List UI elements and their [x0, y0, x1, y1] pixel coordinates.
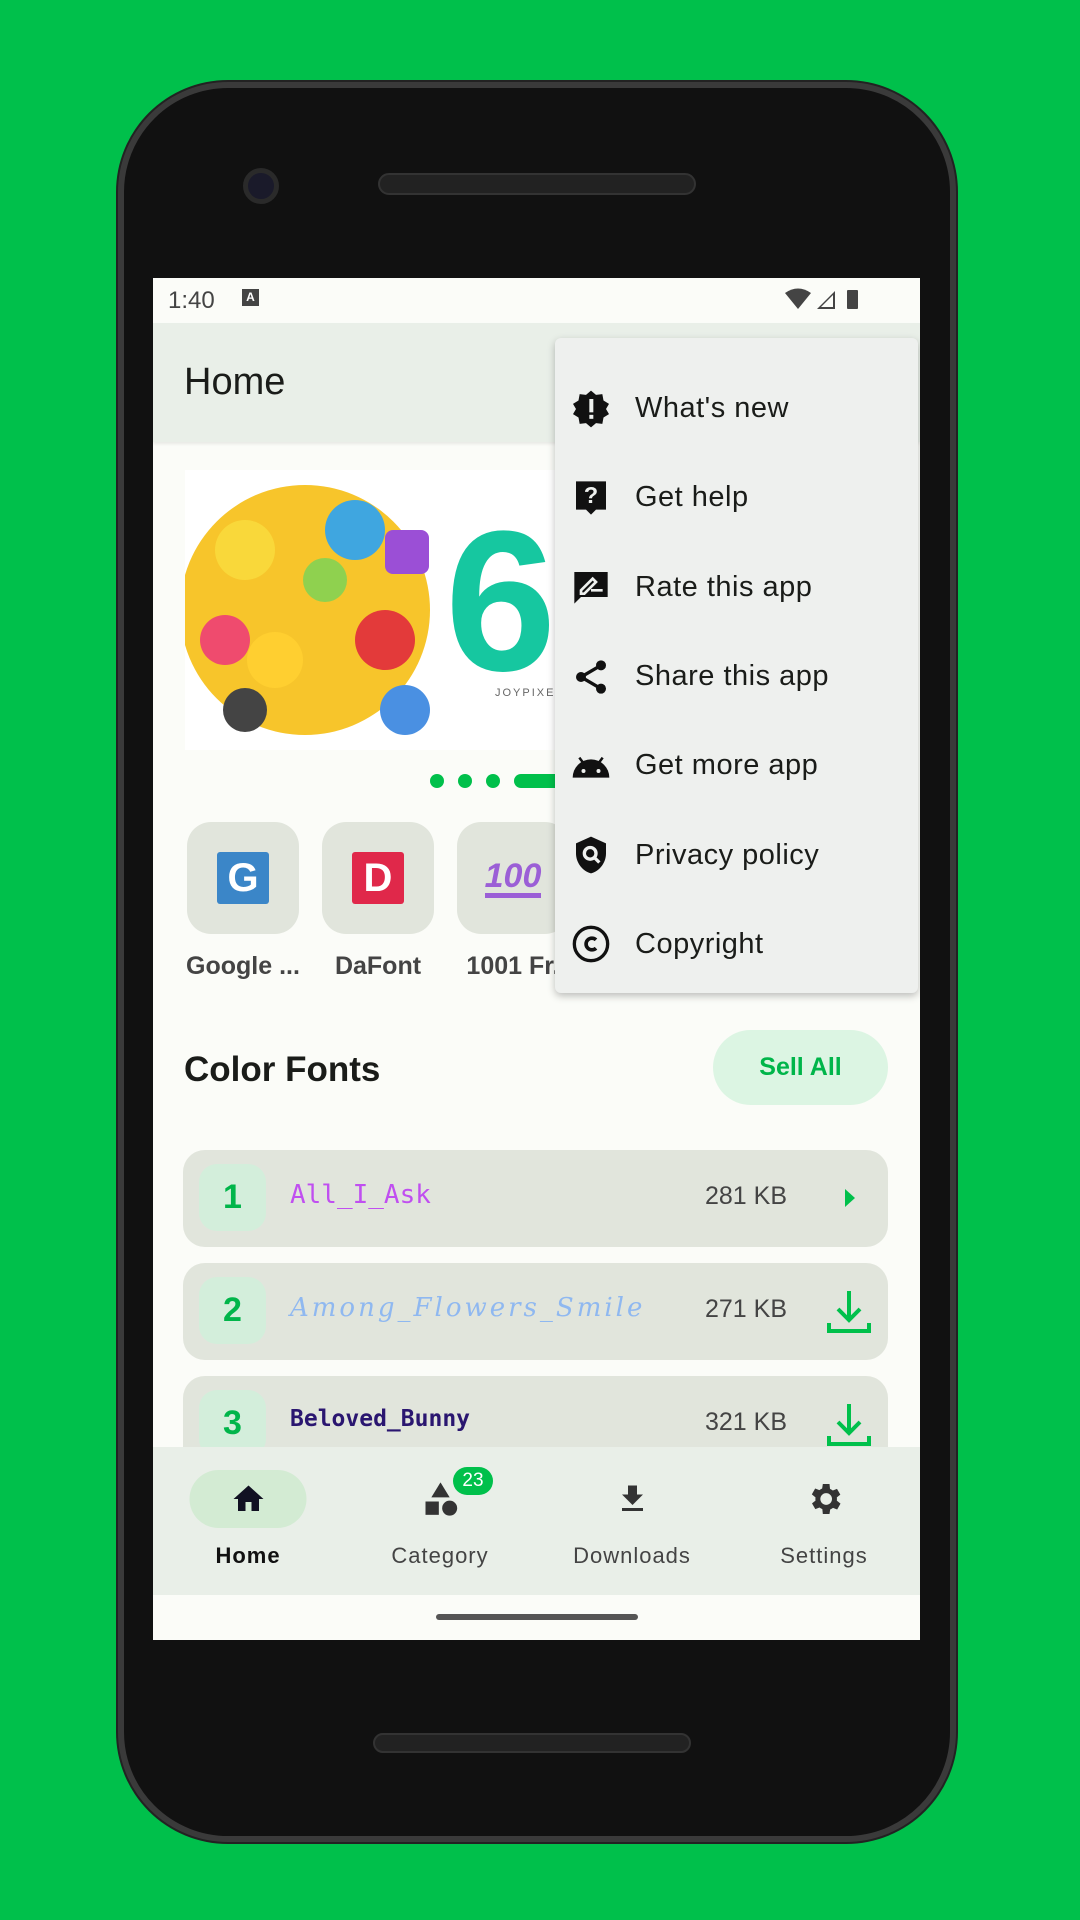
status-bar: 1:40 A	[153, 278, 920, 323]
menu-item-label: What's new	[635, 392, 789, 425]
menu-item-label: Privacy policy	[635, 838, 820, 871]
carousel-dot[interactable]	[458, 774, 472, 788]
help-icon: ?	[576, 481, 606, 515]
wifi-icon	[785, 288, 811, 309]
svg-text:?: ?	[584, 482, 598, 508]
menu-item-copyright[interactable]: Copyright	[555, 900, 918, 989]
share-icon	[576, 659, 606, 694]
download-icon[interactable]	[823, 1398, 875, 1450]
status-time: 1:40	[168, 287, 215, 314]
font-size: 281 KB	[705, 1182, 788, 1210]
carousel-dot[interactable]	[486, 774, 500, 788]
shortcut-label: Google ...	[186, 952, 300, 980]
menu-item-more-apps[interactable]: Get more app	[555, 721, 918, 810]
signal-icon	[817, 291, 835, 309]
see-all-button[interactable]: Sell All	[713, 1030, 888, 1105]
carousel-indicator	[430, 774, 564, 788]
status-icons	[785, 288, 858, 309]
page-title: Home	[184, 361, 286, 403]
font-rank: 1	[199, 1164, 266, 1231]
font-size: 321 KB	[705, 1408, 788, 1436]
dafont-logo: D	[352, 852, 404, 904]
section-title: Color Fonts	[184, 1050, 381, 1089]
gesture-bar[interactable]	[436, 1614, 638, 1620]
play-icon[interactable]	[823, 1172, 875, 1224]
carousel-dot[interactable]	[430, 774, 444, 788]
font-name: Beloved_Bunny	[290, 1406, 471, 1432]
screen: 1:40 A Home 6 JOYPIXELS G Google ... D D…	[153, 278, 920, 1640]
shortcut-dafont[interactable]: D	[322, 822, 434, 934]
menu-item-label: Copyright	[635, 927, 764, 960]
hundred-emoji-icon: 100	[484, 859, 542, 898]
menu-item-label: Share this app	[635, 660, 830, 693]
earpiece-speaker	[378, 173, 696, 195]
new-release-icon	[573, 390, 609, 427]
menu-item-get-help[interactable]: ? Get help	[555, 453, 918, 542]
nav-category[interactable]: 23 Category	[345, 1447, 535, 1595]
bottom-navigation: Home 23 Category Downloads Settings	[153, 1447, 920, 1595]
svg-text:6: 6	[445, 490, 556, 713]
rate-review-icon	[574, 572, 608, 604]
font-name: Among_Flowers_Smile	[290, 1293, 646, 1323]
nav-settings[interactable]: Settings	[729, 1447, 919, 1595]
menu-item-label: Rate this app	[635, 570, 813, 603]
front-camera	[243, 168, 279, 204]
bottom-speaker	[373, 1733, 691, 1753]
category-badge: 23	[453, 1467, 493, 1495]
shortcut-google-fonts[interactable]: G	[187, 822, 299, 934]
home-icon	[189, 1470, 307, 1528]
copyright-icon	[572, 926, 610, 963]
font-rank: 2	[199, 1277, 266, 1344]
menu-item-whats-new[interactable]: What's new	[555, 364, 918, 453]
menu-item-privacy-policy[interactable]: Privacy policy	[555, 810, 918, 899]
font-list-item[interactable]: 1 All_I_Ask 281 KB	[183, 1150, 888, 1247]
privacy-shield-icon	[576, 836, 606, 874]
nav-home[interactable]: Home	[153, 1447, 343, 1595]
nav-label: Home	[215, 1543, 281, 1568]
nav-label: Settings	[780, 1543, 868, 1568]
shortcut-1001-fonts[interactable]: 100	[457, 822, 569, 934]
menu-item-label: Get help	[635, 481, 749, 514]
font-size: 271 KB	[705, 1295, 788, 1323]
keyboard-icon: A	[242, 289, 259, 306]
nav-label: Downloads	[573, 1543, 691, 1568]
download-icon[interactable]	[823, 1285, 875, 1337]
nav-label: Category	[391, 1543, 489, 1568]
menu-item-label: Get more app	[635, 749, 819, 782]
overflow-menu: What's new ? Get help Rate this app Shar…	[555, 338, 918, 993]
battery-icon	[847, 290, 858, 309]
font-name: All_I_Ask	[290, 1180, 431, 1210]
font-list-item[interactable]: 2 Among_Flowers_Smile 271 KB	[183, 1263, 888, 1360]
google-fonts-logo: G	[217, 852, 269, 904]
download-icon	[574, 1470, 691, 1528]
menu-item-share-app[interactable]: Share this app	[555, 632, 918, 721]
shortcut-label: DaFont	[334, 952, 422, 980]
menu-item-rate-app[interactable]: Rate this app	[555, 543, 918, 632]
android-icon	[572, 756, 610, 778]
nav-downloads[interactable]: Downloads	[537, 1447, 727, 1595]
gear-icon	[766, 1470, 883, 1528]
